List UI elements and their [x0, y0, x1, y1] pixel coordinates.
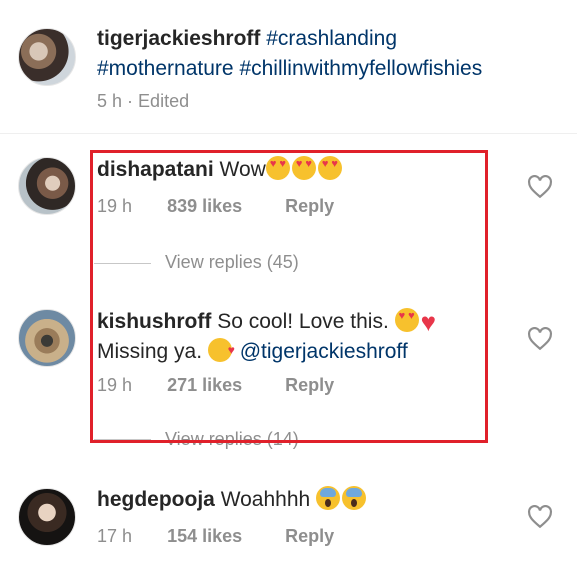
avatar-tigerjackieshroff[interactable] [18, 28, 76, 86]
post-caption: tigerjackieshroff #crashlanding #mothern… [97, 24, 557, 84]
hashtag-chillinwithmyfellowfishies[interactable]: #chillinwithmyfellowfishies [239, 57, 482, 80]
comment-meta: 17 h 154 likes Reply [97, 526, 334, 547]
like-heart-icon[interactable] [527, 327, 553, 351]
reply-button[interactable]: Reply [285, 526, 334, 546]
comment-hegdepooja: hegdepooja Woahhhh [97, 485, 477, 515]
scream-emoji-icon [316, 486, 341, 510]
caption-meta: 5 h · Edited [97, 91, 190, 111]
hashtag-crashlanding[interactable]: #crashlanding [266, 27, 397, 50]
comment-body: Woahhhh [220, 488, 311, 511]
comment-username[interactable]: hegdepooja [97, 488, 215, 511]
caption-time: 5 h [97, 91, 123, 111]
comment-time: 17 h [97, 526, 133, 546]
caption-edited: Edited [138, 91, 190, 111]
like-heart-icon[interactable] [527, 175, 553, 199]
scream-emoji-icon [342, 486, 367, 510]
avatar-hegdepooja[interactable] [18, 488, 76, 546]
avatar-kishushroff[interactable] [18, 309, 76, 367]
highlight-box [90, 150, 488, 443]
like-heart-icon[interactable] [527, 505, 553, 529]
likes-count[interactable]: 154 likes [167, 526, 242, 546]
hashtag-mothernature[interactable]: #mothernature [97, 57, 234, 80]
avatar-dishapatani[interactable] [18, 157, 76, 215]
caption-divider [0, 133, 577, 134]
caption-username[interactable]: tigerjackieshroff [97, 27, 260, 50]
